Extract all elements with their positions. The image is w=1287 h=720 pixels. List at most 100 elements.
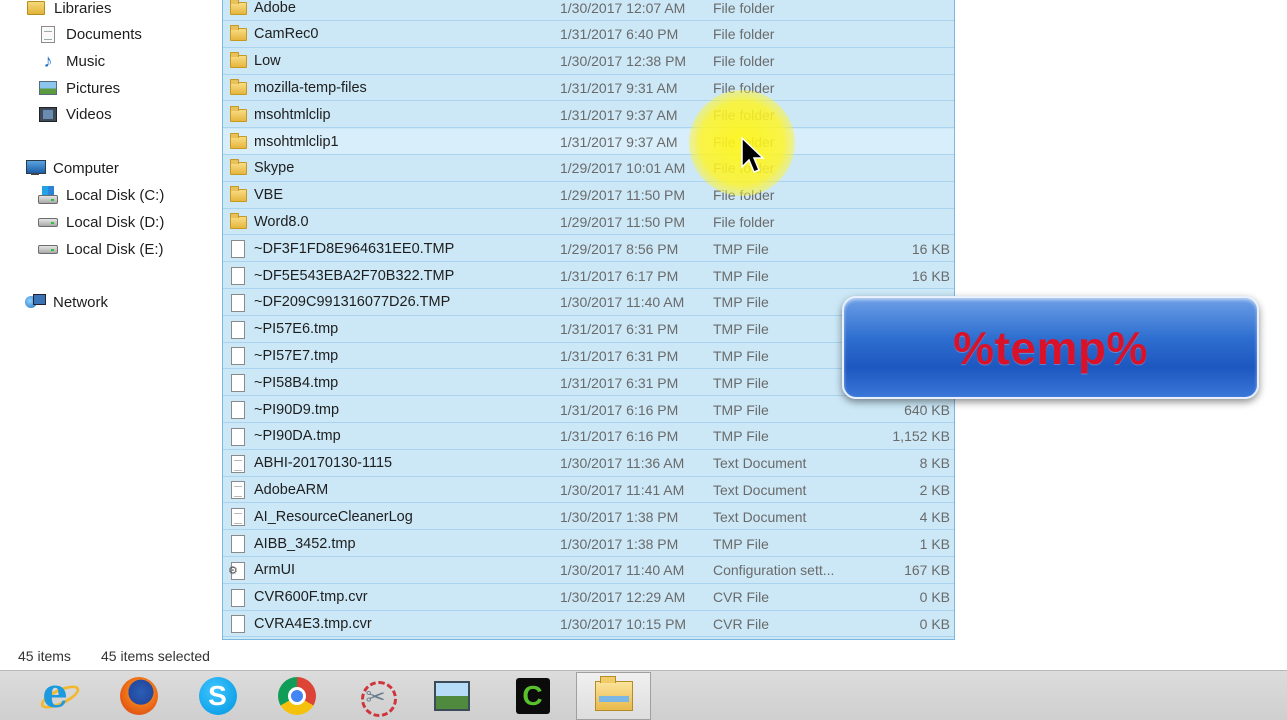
text-document-icon [229, 454, 247, 473]
file-type: TMP File [713, 267, 769, 284]
internet-explorer-icon: e [37, 674, 82, 715]
file-name: ArmUI [254, 562, 296, 579]
file-type: File folder [713, 53, 775, 70]
videos-icon [38, 105, 58, 123]
nav-item-label: Local Disk (C:) [66, 186, 165, 204]
nav-item-music[interactable]: ♪ Music [38, 49, 106, 73]
file-name: ~PI57E6.tmp [254, 321, 339, 338]
file-row[interactable]: CVRA4E3.tmp.cvr 1/30/2017 10:15 PM CVR Fil… [223, 611, 954, 638]
file-row[interactable]: AdobeARM 1/30/2017 11:41 AM Text Document 2… [223, 477, 954, 504]
folder-icon [229, 78, 247, 97]
file-size: 0 KB [919, 589, 950, 606]
chrome-icon [277, 677, 316, 715]
file-row[interactable]: Skype1/29/2017 10:01 AMFile folder [223, 156, 954, 182]
file-row[interactable]: Adobe 1/30/2017 12:07 AM File folder [223, 0, 954, 21]
local-disk-icon [38, 240, 58, 258]
file-icon [229, 535, 247, 553]
file-name: msohtmlclip [254, 106, 331, 123]
file-name: ~PI90DA.tmp [254, 428, 341, 445]
file-type: CVR File [713, 615, 770, 632]
folder-icon [229, 212, 247, 231]
network-icon [25, 293, 46, 311]
file-row[interactable]: ABHI-20170130-1115 1/30/2017 11:36 AM Text… [223, 451, 954, 477]
file-name: Low [254, 53, 281, 70]
computer-icon [25, 159, 46, 177]
item-count: 45 items [18, 648, 71, 664]
taskbar-internet-explorer-button[interactable]: e [22, 672, 97, 720]
nav-item-label: Documents [66, 25, 142, 43]
taskbar-firefox-button[interactable] [101, 672, 176, 720]
file-date-modified: 1/30/2017 10:15 PM [560, 615, 687, 632]
file-row[interactable]: CVR600F.tmp.cvr 1/30/2017 12:29 AM CVR Fil… [223, 585, 954, 611]
navigation-pane: Libraries Documents ♪ Music Pictures Vid… [0, 0, 222, 640]
file-row[interactable]: ArmUI 1/30/2017 11:40 AM Configuration set… [223, 558, 954, 584]
file-row[interactable]: Low 1/30/2017 12:38 PM File folder [223, 49, 954, 75]
folder-icon [229, 52, 247, 71]
nav-item-local-disk-d[interactable]: Local Disk (D:) [38, 210, 164, 234]
file-type: Text Document [713, 481, 807, 498]
file-date-modified: 1/31/2017 6:17 PM [560, 267, 679, 284]
nav-item-label: Computer [53, 159, 119, 177]
local-disk-c-icon [38, 186, 58, 204]
taskbar-photo-viewer-button[interactable] [414, 672, 489, 720]
file-size: 167 KB [904, 562, 950, 579]
file-row[interactable]: msohtmlclip11/31/2017 9:37 AMFile folder [223, 129, 954, 155]
file-date-modified: 1/31/2017 9:31 AM [560, 79, 678, 96]
nav-item-pictures[interactable]: Pictures [38, 76, 120, 100]
file-type: File folder [713, 26, 775, 43]
file-row[interactable]: mozilla-temp-files 1/31/2017 9:31 AM File … [223, 75, 954, 102]
folder-icon [229, 25, 247, 44]
file-icon [229, 347, 247, 366]
file-row[interactable]: ~DF3F1FD8E964631EE0.TMP 1/29/2017 8:56 PM… [223, 236, 954, 263]
file-row[interactable]: msohtmlclip1/31/2017 9:37 AMFile folder [223, 102, 954, 129]
taskbar-chrome-button[interactable] [259, 672, 334, 720]
file-date-modified: 1/30/2017 11:36 AM [560, 455, 685, 472]
nav-item-network[interactable]: Network [25, 290, 108, 314]
documents-icon [38, 25, 58, 43]
pictures-icon [38, 79, 58, 97]
nav-item-videos[interactable]: Videos [38, 102, 112, 126]
folder-icon [229, 0, 247, 17]
file-row[interactable]: AIBB_3452.tmp 1/30/2017 1:38 PM TMP File 1 … [223, 531, 954, 557]
file-row[interactable]: VBE1/29/2017 11:50 PMFile folder [223, 183, 954, 209]
file-name: Skype [254, 160, 295, 177]
file-size: 1 KB [919, 535, 950, 552]
file-row[interactable]: CamRec0 1/31/2017 6:40 PM File folder [223, 22, 954, 48]
file-type: TMP File [713, 401, 769, 418]
file-row[interactable]: AI_ResourceCleanerLog 1/30/2017 1:38 PM Te… [223, 504, 954, 531]
file-type: TMP File [713, 294, 769, 311]
file-type: TMP File [713, 321, 769, 338]
nav-item-label: Local Disk (D:) [66, 213, 165, 231]
folder-icon [229, 105, 247, 124]
file-explorer-window: Libraries Documents ♪ Music Pictures Vid… [0, 0, 1287, 720]
file-icon [229, 240, 247, 259]
photo-viewer-icon [433, 681, 470, 711]
file-date-modified: 1/31/2017 9:37 AM [560, 133, 678, 150]
status-bar: 45 items 45 items selected [0, 640, 1287, 670]
taskbar-skype-button[interactable]: S [180, 672, 255, 720]
nav-item-local-disk-e[interactable]: Local Disk (E:) [38, 237, 164, 261]
file-date-modified: 1/31/2017 6:31 PM [560, 347, 679, 364]
taskbar-file-explorer-button[interactable] [576, 672, 651, 720]
taskbar-camtasia-button[interactable]: C [495, 672, 570, 720]
file-name: CVRA4E3.tmp.cvr [254, 615, 372, 632]
nav-item-libraries[interactable]: Libraries [26, 0, 112, 20]
file-row[interactable]: Word8.0 1/29/2017 11:50 PM File folder [223, 209, 954, 236]
file-type: TMP File [713, 535, 769, 552]
file-row[interactable]: ~DF5E543EBA2F70B322.TMP 1/31/2017 6:17 PM… [223, 263, 954, 289]
file-name: mozilla-temp-files [254, 79, 367, 96]
nav-item-computer[interactable]: Computer [25, 156, 119, 180]
file-name: Adobe [254, 0, 296, 16]
file-size: 4 KB [919, 508, 950, 525]
mouse-pointer-icon [741, 137, 765, 173]
nav-item-local-disk-c[interactable]: Local Disk (C:) [38, 183, 164, 207]
file-row[interactable]: ~PI90D9.tmp 1/31/2017 6:16 PM TMP File 640 … [223, 397, 954, 423]
taskbar-snipping-tool-button[interactable] [338, 672, 413, 720]
file-row[interactable]: ~PI90DA.tmp 1/31/2017 6:16 PM TMP File 1,15… [223, 424, 954, 450]
nav-item-label: Local Disk (E:) [66, 240, 164, 258]
file-name: AIBB_3452.tmp [254, 535, 356, 552]
nav-item-label: Libraries [54, 0, 112, 17]
nav-item-documents[interactable]: Documents [38, 22, 142, 46]
snipping-tool-icon [357, 677, 397, 717]
file-type: File folder [713, 213, 775, 230]
